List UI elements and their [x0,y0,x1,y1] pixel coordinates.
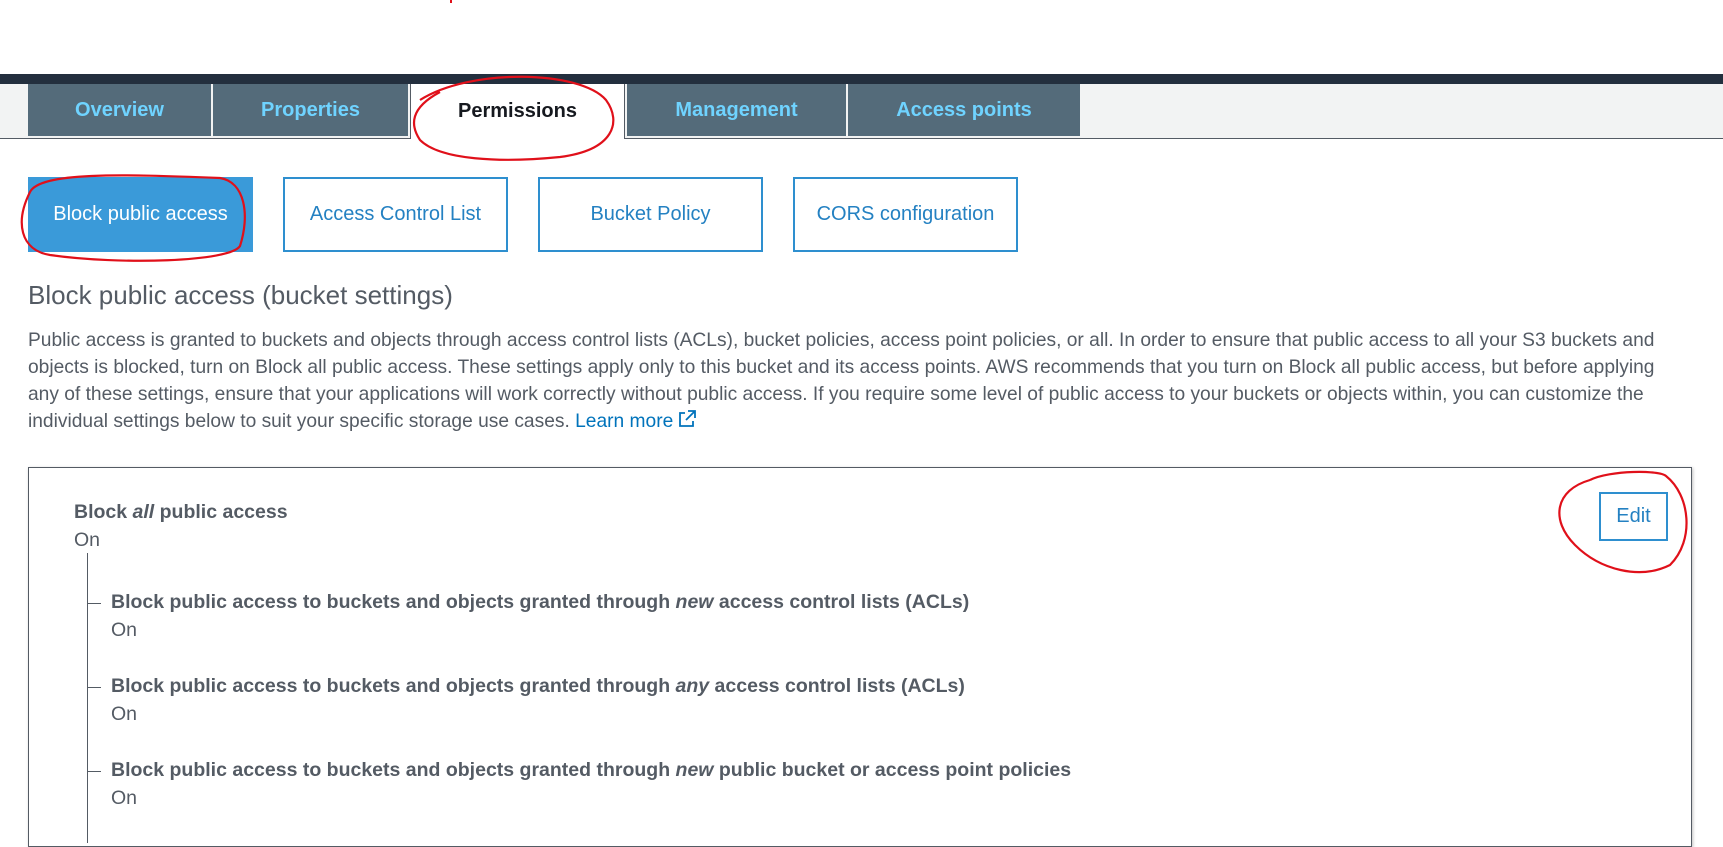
block-all-public-access-label: Block all public access [74,501,288,524]
tree-branch [87,603,101,604]
tab-permissions[interactable]: Permissions [410,84,625,139]
setting-new-policies-label: Block public access to buckets and objec… [111,759,1071,782]
edit-button[interactable]: Edit [1599,492,1668,541]
tab-properties[interactable]: Properties [213,84,408,136]
top-nav-bar [0,74,1723,84]
subtab-cors-configuration[interactable]: CORS configuration [793,177,1018,252]
learn-more-link[interactable]: Learn more [575,410,697,432]
tab-management[interactable]: Management [627,84,846,136]
tab-access-points[interactable]: Access points [848,84,1080,136]
setting-new-acls-status: On [111,619,138,641]
label-text-em: new [675,591,714,613]
setting-new-policies-status: On [111,787,138,809]
setting-any-acls-label: Block public access to buckets and objec… [111,675,965,698]
label-text-pre: Block [74,501,133,523]
label-text-em: any [675,675,710,697]
settings-tree-line [87,553,88,843]
label-text-pre: Block public access to buckets and objec… [111,675,676,697]
label-text-em: new [675,759,714,781]
label-text-em: all [132,501,155,523]
setting-new-acls-label: Block public access to buckets and objec… [111,591,969,614]
external-link-icon [677,410,697,437]
tree-branch [87,771,101,772]
section-description: Public access is granted to buckets and … [28,327,1688,437]
block-all-public-access-status: On [74,529,101,551]
label-text-post: public access [154,501,288,523]
setting-any-acls-status: On [111,703,138,725]
section-title: Block public access (bucket settings) [28,280,453,310]
label-text-pre: Block public access to buckets and objec… [111,759,676,781]
label-text-post: public bucket or access point policies [713,759,1072,781]
learn-more-label: Learn more [575,411,674,432]
block-public-access-panel [28,467,1692,847]
subtab-access-control-list[interactable]: Access Control List [283,177,508,252]
subtab-bucket-policy[interactable]: Bucket Policy [538,177,763,252]
description-text: Public access is granted to buckets and … [28,330,1655,432]
tree-branch [87,687,101,688]
label-text-post: access control lists (ACLs) [709,675,965,697]
label-text-pre: Block public access to buckets and objec… [111,591,676,613]
label-text-post: access control lists (ACLs) [713,591,970,613]
subtab-block-public-access[interactable]: Block public access [28,177,253,252]
tab-overview[interactable]: Overview [28,84,211,136]
